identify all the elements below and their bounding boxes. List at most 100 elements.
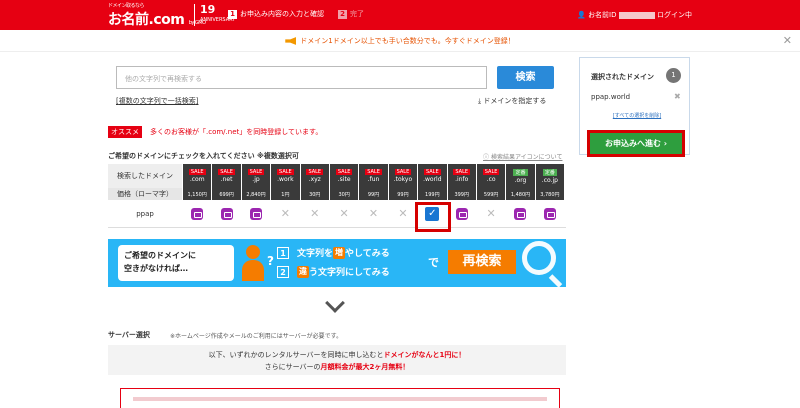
tld-name: .org	[514, 176, 527, 184]
tld-name: .info	[455, 176, 469, 183]
user-icon: 👤	[577, 11, 586, 19]
close-icon[interactable]: ✕	[783, 34, 792, 47]
tld-badge: SALE	[335, 169, 353, 175]
result-cell	[240, 200, 271, 227]
tld-price: 30円	[328, 188, 359, 200]
tld-name: .tokyo	[393, 176, 413, 183]
unavailable-icon: ✕	[339, 207, 349, 220]
download-icon: ⤓	[478, 97, 482, 105]
promo-notice[interactable]: ドメイン1ドメイン以上でも手い合数分でも。今すぐドメイン登録！	[0, 30, 800, 52]
mail-icon[interactable]	[220, 207, 233, 220]
result-cell	[534, 200, 565, 227]
server-select-label: サーバー選択	[108, 331, 150, 339]
result-cell: ✕	[270, 200, 300, 227]
chevron-down-icon[interactable]	[325, 293, 345, 313]
mail-icon[interactable]	[543, 207, 556, 220]
highlight-box	[415, 202, 451, 232]
mail-icon[interactable]	[191, 207, 204, 220]
info-icon: ⓘ	[483, 154, 490, 161]
tld-header: SALE .site	[328, 164, 359, 188]
tld-name: .co	[486, 176, 496, 183]
icon-legend-link[interactable]: ⓘ 検索結果アイコンについて	[483, 152, 562, 161]
tld-header: SALE .jp	[240, 164, 271, 188]
tld-header-row: 検索したドメイン SALE .com SALE .net SALE .jp SALE .wor…	[108, 164, 566, 188]
tld-header: SALE .tokyo	[387, 164, 418, 188]
tld-price: 99円	[358, 188, 388, 200]
tld-header: SALE .co	[475, 164, 506, 188]
person-icon	[240, 245, 266, 281]
tld-badge: SALE	[394, 169, 412, 175]
specify-domain-link[interactable]: ⤓ ドメインを指定する	[478, 96, 546, 106]
result-cell: ✕	[358, 200, 388, 227]
tld-name: .world	[423, 176, 442, 183]
recommend-banner: オススメ 多くのお客様が「.com/.net」を同時登録しています。	[108, 126, 322, 138]
server-note: ※ホームページ作成やメールのご利用にはサーバーが必要です。	[170, 333, 343, 340]
selected-domain: ppap.world	[591, 93, 631, 101]
research-banner[interactable]: ご希望のドメインに 空きがなければ… ? 1 文字列を増やしてみる 2 違う文字列に…	[108, 239, 566, 287]
tld-badge: SALE	[306, 169, 324, 175]
unavailable-icon: ✕	[280, 207, 290, 220]
tld-badge: 定番	[513, 168, 528, 176]
tld-price: 1円	[270, 188, 300, 200]
user-id-masked	[618, 11, 655, 19]
tld-price: 599円	[475, 188, 506, 200]
clear-all-link[interactable]: [すべての選択を削除]	[591, 112, 683, 119]
apply-button[interactable]: お申込みへ進む ›	[587, 130, 685, 157]
tld-badge: SALE	[218, 169, 235, 175]
magnifier-icon	[522, 241, 556, 275]
tld-price: 99円	[387, 188, 418, 200]
result-cell	[182, 200, 212, 227]
server-promo: 以下、いずれかのレンタルサーバーを同時に申し込むとドメインがなんと1円に！ さら…	[108, 345, 566, 375]
tld-name: .com	[189, 176, 205, 183]
tld-header: 定番 .co.jp	[534, 164, 565, 188]
header-bar: ドメイン取るなら お名前.com by GMO 19 ANNIVERSARY 1…	[0, 0, 800, 30]
tld-badge: SALE	[188, 169, 206, 175]
tld-name: .work	[277, 176, 294, 183]
question-mark: ?	[267, 254, 274, 268]
tld-price: 1,150円	[182, 188, 212, 200]
tld-header: SALE .xyz	[299, 164, 329, 188]
tld-badge: SALE	[424, 169, 441, 175]
tld-badge: SALE	[453, 169, 471, 175]
row-label: 価格（ローマ字）	[108, 188, 182, 200]
tld-price: 3,780円	[534, 188, 565, 200]
tld-price: 1,480円	[505, 188, 535, 200]
tld-price: 399円	[446, 188, 476, 200]
mail-icon[interactable]	[455, 207, 468, 220]
speech-bubble: ご希望のドメインに 空きがなければ…	[118, 245, 234, 281]
tld-price: 699円	[211, 188, 241, 200]
megaphone-icon	[285, 37, 297, 45]
table-title: ご希望のドメインにチェックを入れてください ※複数選択可	[108, 152, 299, 160]
tld-name: .xyz	[308, 176, 321, 183]
tld-header: SALE .net	[211, 164, 241, 188]
result-cell	[211, 200, 241, 227]
row-label: ppap	[136, 209, 154, 218]
price-row: 価格（ローマ字） 1,150円 699円 2,840円 1円 30円 30円 99円 99円 1…	[108, 188, 566, 200]
result-cell	[505, 200, 535, 227]
result-cell: ✕	[299, 200, 329, 227]
tld-price: 30円	[299, 188, 329, 200]
unavailable-icon: ✕	[398, 207, 408, 220]
research-button[interactable]: 再検索	[448, 250, 516, 274]
tld-header: 定番 .org	[505, 164, 535, 188]
server-plan-box	[120, 388, 560, 408]
remove-icon[interactable]: ✖	[674, 92, 681, 101]
tld-badge: 定番	[542, 168, 557, 176]
tld-badge: SALE	[277, 169, 294, 175]
result-row: ppap ✕ ✕ ✕ ✕ ✕ ✓ ✕	[108, 200, 566, 228]
tld-name: .co.jp	[541, 176, 558, 184]
tld-name: .site	[337, 176, 351, 183]
tld-name: .net	[220, 176, 233, 183]
mail-icon[interactable]	[514, 207, 527, 220]
tld-price: 199円	[417, 188, 447, 200]
result-cell: ✕	[387, 200, 418, 227]
user-status[interactable]: 👤 お名前ID ログイン中	[577, 10, 692, 20]
domain-table: 検索したドメイン SALE .com SALE .net SALE .jp SALE .wor…	[108, 164, 566, 228]
onamae-logo[interactable]: ドメイン取るなら お名前.com by GMO	[108, 3, 206, 29]
search-button[interactable]: 検索	[497, 66, 554, 89]
tld-badge: SALE	[482, 169, 500, 175]
mail-icon[interactable]	[249, 207, 262, 220]
bulk-search-link[interactable]: [複数の文字列で一括検索]	[116, 96, 198, 106]
selected-count-badge: 1	[666, 68, 681, 83]
search-input[interactable]: 他の文字列で再検索する	[116, 66, 487, 89]
